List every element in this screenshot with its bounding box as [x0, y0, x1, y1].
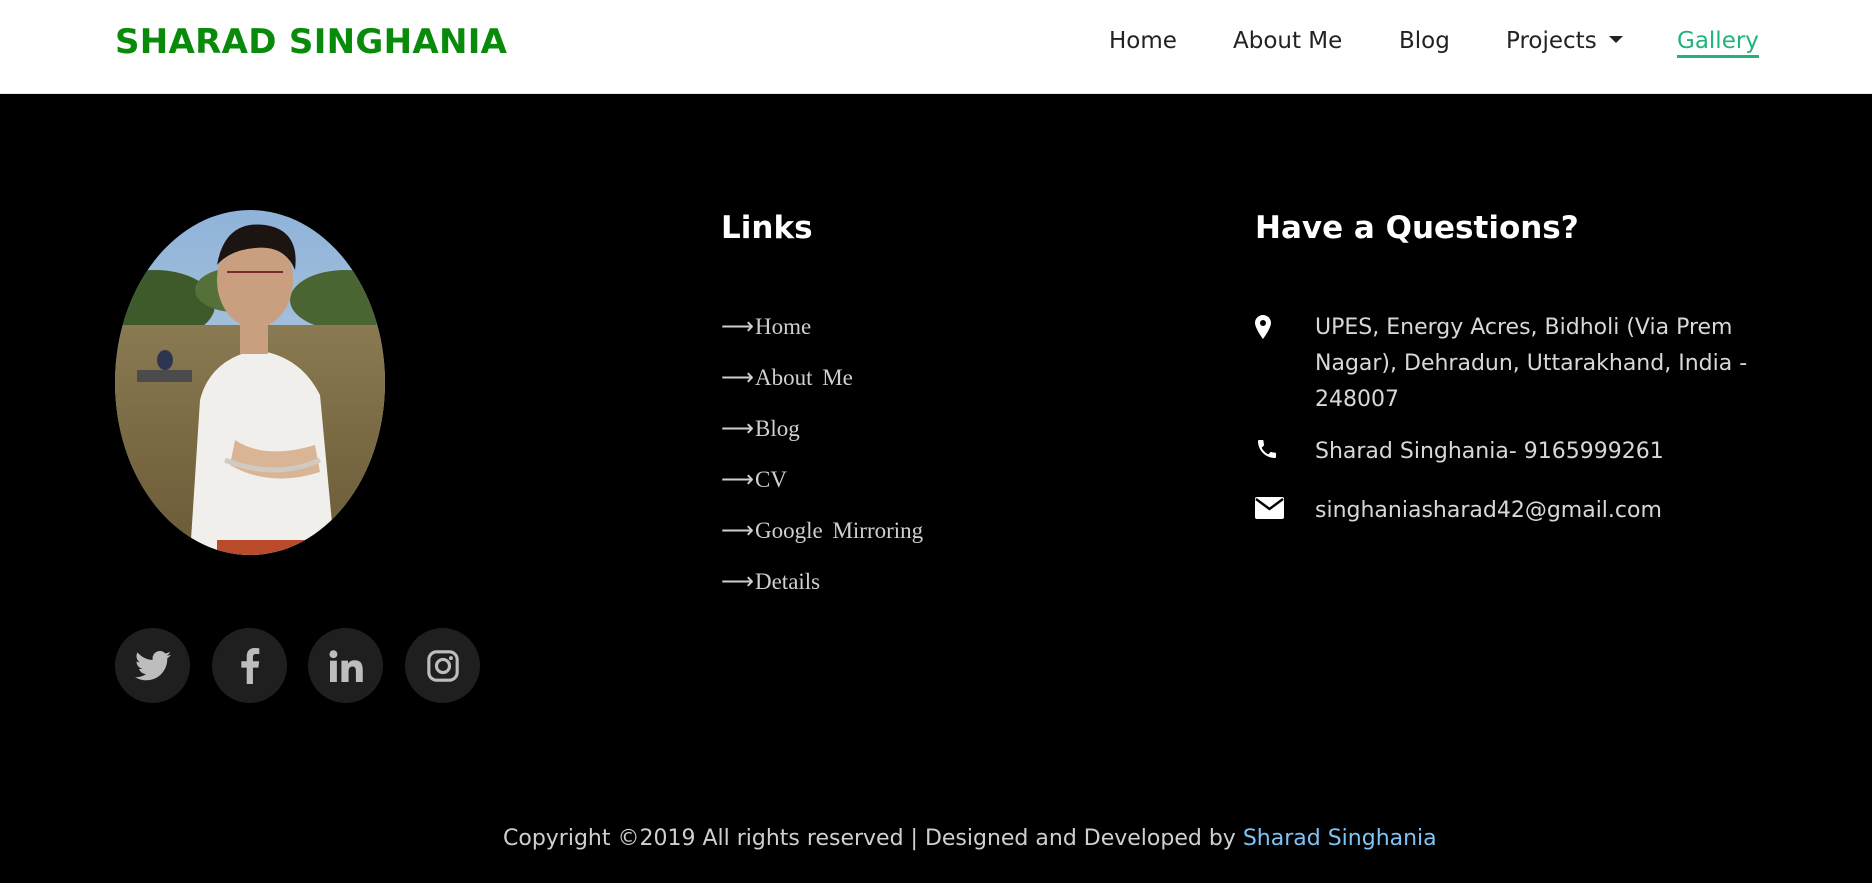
- footer-link-google-mirroring[interactable]: ⟶Google Mirroring: [721, 518, 923, 544]
- footer-link-label: About Me: [754, 365, 853, 390]
- arrow-right-icon: ⟶: [721, 518, 754, 543]
- author-link[interactable]: Sharad Singhania: [1243, 826, 1437, 851]
- linkedin-button[interactable]: [308, 628, 383, 703]
- nav-blog[interactable]: Blog: [1399, 28, 1450, 54]
- footer-link-label: CV: [754, 467, 787, 492]
- copyright-text: Copyright ©2019 All rights reserved | De…: [503, 826, 1243, 851]
- footer-link-about[interactable]: ⟶About Me: [721, 365, 853, 391]
- nav-home[interactable]: Home: [1109, 28, 1177, 54]
- twitter-icon: [134, 650, 171, 680]
- instagram-icon: [426, 649, 459, 682]
- nav-projects-dropdown[interactable]: Projects: [1506, 28, 1623, 54]
- arrow-right-icon: ⟶: [721, 467, 754, 492]
- profile-photo-illustration: [115, 210, 385, 555]
- contact-address: UPES, Energy Acres, Bidholi (Via Prem Na…: [1315, 315, 1748, 412]
- caret-down-icon: [1608, 36, 1623, 43]
- footer-link-blog[interactable]: ⟶Blog: [721, 416, 800, 442]
- footer-link-label: Details: [754, 569, 821, 594]
- nav-menu: Home About Me Blog Projects Gallery: [0, 28, 1872, 68]
- arrow-right-icon: ⟶: [721, 365, 754, 390]
- facebook-icon: [240, 647, 259, 684]
- arrow-right-icon: ⟶: [721, 569, 754, 594]
- contact-phone: Sharad Singhania- 9165999261: [1315, 439, 1664, 464]
- links-heading: Links: [721, 210, 813, 246]
- footer-link-cv[interactable]: ⟶CV: [721, 467, 787, 493]
- phone-icon: [1255, 437, 1279, 466]
- nav-about-me[interactable]: About Me: [1233, 28, 1342, 54]
- footer-link-label: Google Mirroring: [754, 518, 924, 543]
- nav-gallery[interactable]: Gallery: [1677, 28, 1759, 58]
- contact-email-link[interactable]: singhaniasharad42@gmail.com: [1315, 493, 1662, 529]
- map-marker-icon: [1255, 315, 1271, 344]
- navbar: SHARAD SINGHANIA Home About Me Blog Proj…: [0, 0, 1872, 94]
- arrow-right-icon: ⟶: [721, 416, 754, 441]
- contact-heading: Have a Questions?: [1255, 210, 1579, 246]
- footer-link-home[interactable]: ⟶Home: [721, 314, 811, 340]
- facebook-button[interactable]: [212, 628, 287, 703]
- instagram-button[interactable]: [405, 628, 480, 703]
- copyright: Copyright ©2019 All rights reserved | De…: [503, 826, 1437, 851]
- twitter-button[interactable]: [115, 628, 190, 703]
- envelope-icon: [1255, 497, 1284, 524]
- nav-projects-label: Projects: [1506, 28, 1597, 54]
- linkedin-icon: [328, 649, 363, 682]
- footer-link-details[interactable]: ⟶Details: [721, 569, 820, 595]
- footer-link-label: Home: [754, 314, 812, 339]
- arrow-right-icon: ⟶: [721, 314, 754, 339]
- profile-photo: [115, 210, 385, 555]
- footer-link-label: Blog: [754, 416, 800, 441]
